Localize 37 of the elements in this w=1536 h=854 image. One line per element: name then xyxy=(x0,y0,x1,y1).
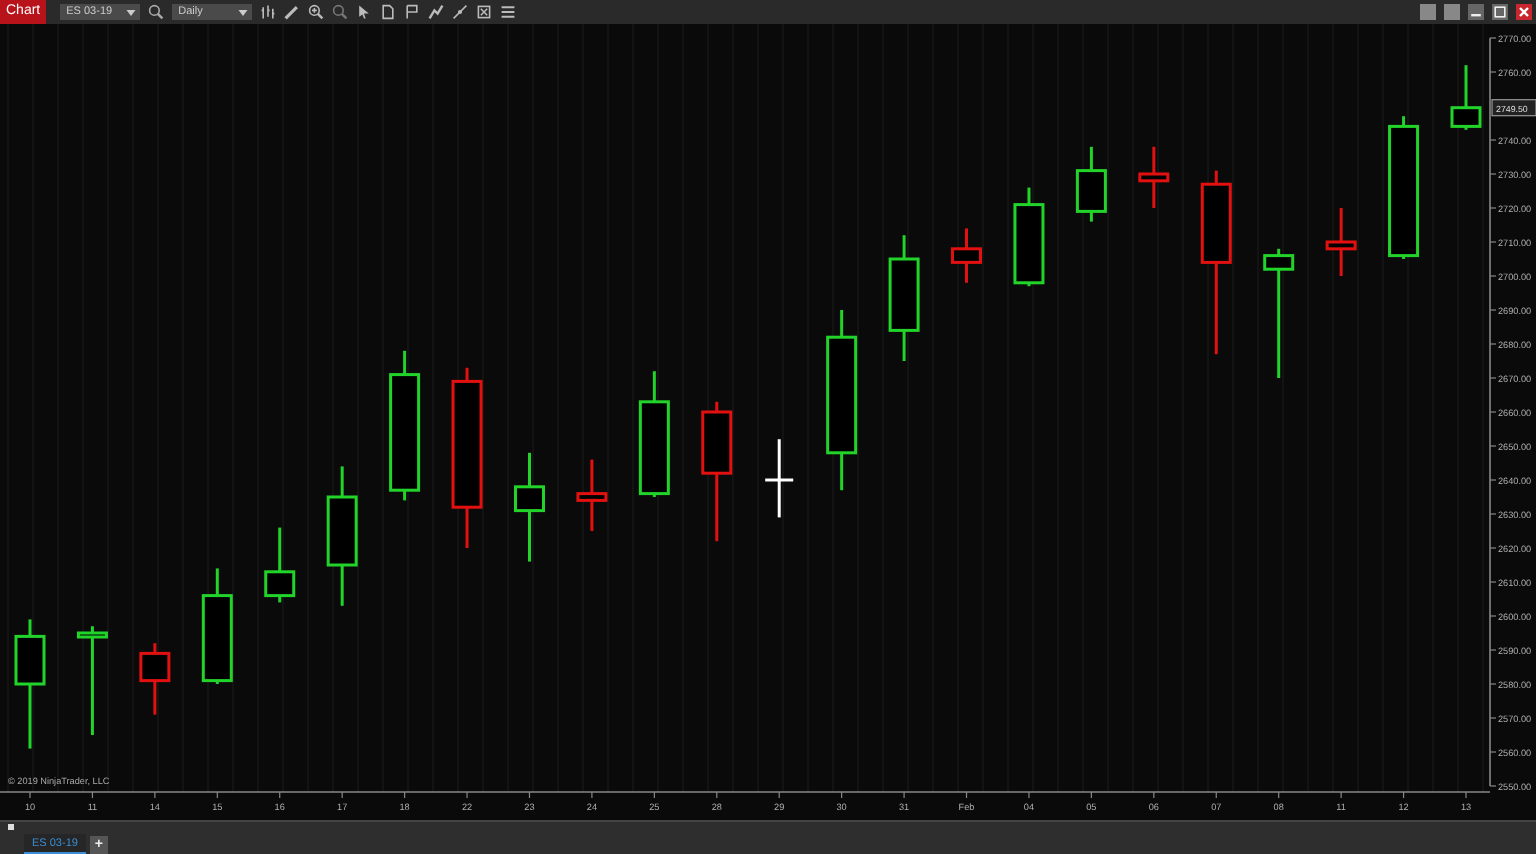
search-icon[interactable] xyxy=(148,4,165,20)
candlestick xyxy=(638,371,670,497)
candlestick xyxy=(1263,248,1295,378)
maximize-icon[interactable] xyxy=(1492,4,1508,20)
properties-icon[interactable] xyxy=(476,4,493,20)
pointer-icon[interactable] xyxy=(356,4,373,20)
candlestick xyxy=(765,439,794,518)
candlestick xyxy=(888,235,920,361)
line-tool-icon[interactable] xyxy=(452,4,469,20)
candlestick xyxy=(701,401,733,542)
close-icon[interactable] xyxy=(1516,4,1532,20)
candlestick xyxy=(951,228,982,283)
minimize-icon[interactable] xyxy=(1468,4,1484,20)
candlestick xyxy=(514,452,545,562)
candlestick xyxy=(1450,65,1482,130)
list-icon[interactable] xyxy=(500,4,517,20)
candlestick xyxy=(1325,208,1357,276)
candlestick xyxy=(1138,146,1170,208)
zoom-out-icon[interactable] xyxy=(332,4,349,20)
document-icon[interactable] xyxy=(380,4,397,20)
scroll-marker xyxy=(8,824,14,830)
candlestick xyxy=(139,643,171,715)
candlestick xyxy=(1388,116,1420,259)
bars-icon[interactable] xyxy=(260,4,277,20)
candlestick xyxy=(76,626,108,735)
candlestick xyxy=(1013,187,1045,287)
zoom-in-icon[interactable] xyxy=(308,4,325,20)
caret-icon xyxy=(126,9,137,15)
candlestick xyxy=(14,619,46,749)
candlestick xyxy=(201,568,233,684)
pencil-icon[interactable] xyxy=(284,4,301,20)
candlestick xyxy=(264,527,296,603)
flag-icon[interactable] xyxy=(404,4,421,20)
candlestick xyxy=(576,459,608,531)
caret-icon xyxy=(238,9,249,15)
candlestick xyxy=(326,466,358,606)
candlestick xyxy=(1075,146,1107,222)
